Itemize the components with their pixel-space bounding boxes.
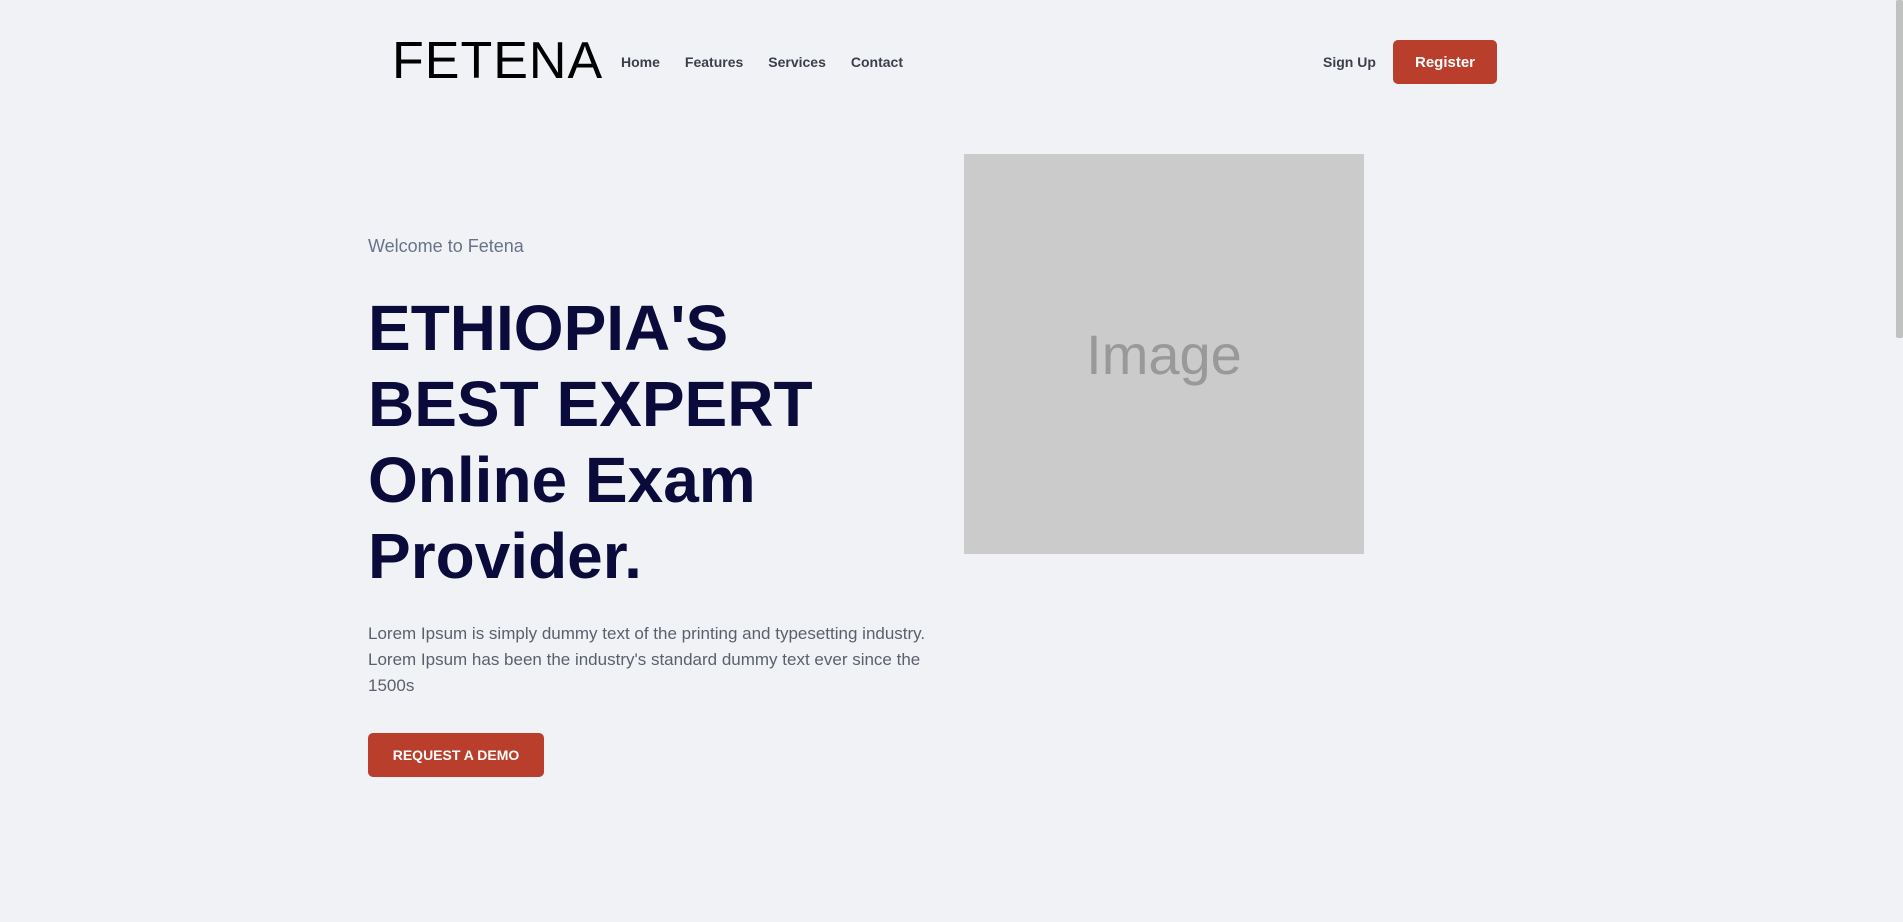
headline-line: Provider. xyxy=(368,520,642,592)
landing-page: FETENA Home Features Services Contact Si… xyxy=(0,0,1903,922)
main-nav: Home Features Services Contact xyxy=(621,52,928,72)
headline-line: BEST EXPERT xyxy=(368,368,813,440)
welcome-text: Welcome to Fetena xyxy=(368,236,524,256)
hero-description: Lorem Ipsum is simply dummy text of the … xyxy=(368,624,926,695)
nav-contact-link[interactable]: Contact xyxy=(851,52,903,72)
sign-up-link[interactable]: Sign Up xyxy=(1323,52,1376,72)
nav-home-link[interactable]: Home xyxy=(621,52,660,72)
hero-image-placeholder: Image xyxy=(964,154,1364,554)
brand-logo[interactable]: FETENA xyxy=(392,30,603,92)
nav-features-link[interactable]: Features xyxy=(685,52,743,72)
headline-line: ETHIOPIA'S xyxy=(368,292,729,364)
nav-services-link[interactable]: Services xyxy=(768,52,826,72)
register-button[interactable]: Register xyxy=(1393,40,1497,84)
vertical-scrollbar[interactable] xyxy=(1896,0,1903,922)
hero-headline: ETHIOPIA'S BEST EXPERT Online Exam Provi… xyxy=(368,290,813,594)
headline-line: Online Exam xyxy=(368,444,756,516)
scrollbar-thumb[interactable] xyxy=(1896,0,1903,338)
image-placeholder-label: Image xyxy=(1086,322,1242,386)
request-demo-button[interactable]: REQUEST A DEMO xyxy=(368,733,544,777)
